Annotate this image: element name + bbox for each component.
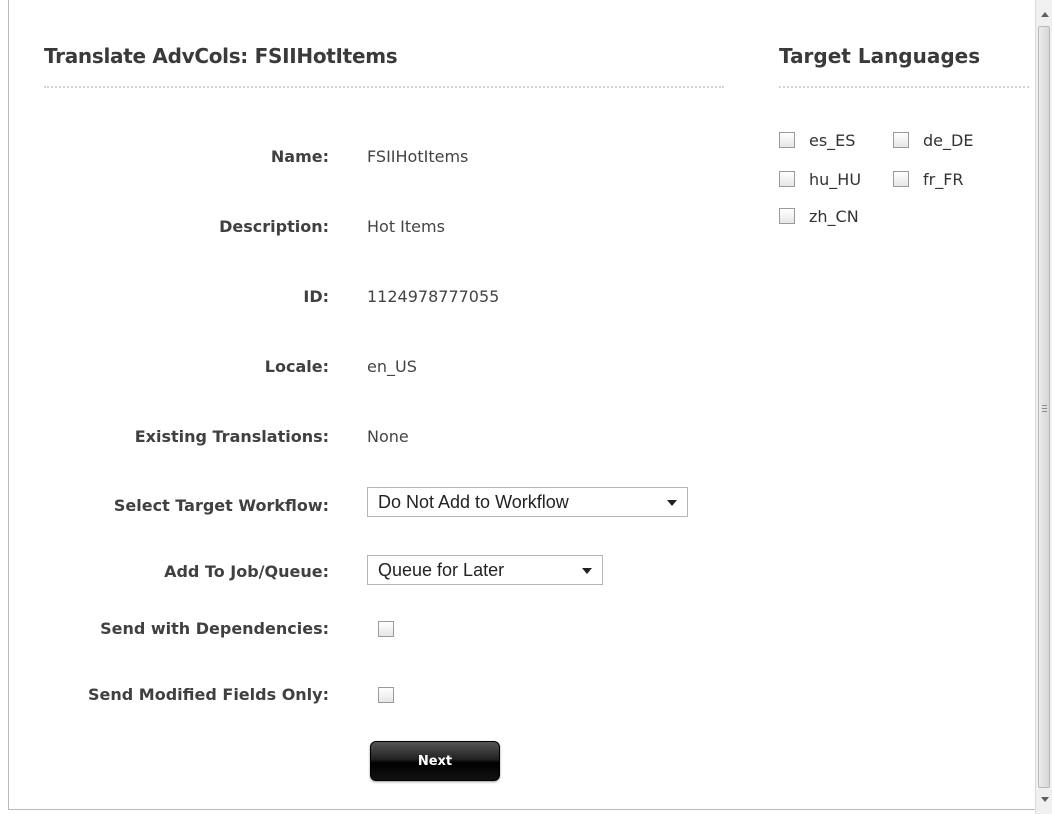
arrow-up-icon[interactable] xyxy=(1041,12,1049,17)
target-languages-title: Target Languages xyxy=(779,44,981,68)
language-label: zh_CN xyxy=(809,207,859,226)
chevron-down-icon xyxy=(667,500,677,506)
description-value: Hot Items xyxy=(367,217,445,236)
content-frame: Translate AdvCols: FSIIHotItems Target L… xyxy=(8,0,1035,810)
language-label: es_ES xyxy=(809,131,856,150)
existing-translations-label: Existing Translations: xyxy=(134,427,329,446)
description-label: Description: xyxy=(219,217,329,236)
language-checkbox[interactable] xyxy=(779,132,795,148)
dependencies-label: Send with Dependencies: xyxy=(100,619,329,638)
language-checkbox[interactable] xyxy=(893,171,909,187)
existing-translations-row: Existing Translations: None xyxy=(9,417,729,457)
grip-icon xyxy=(1042,405,1047,412)
locale-row: Locale: en_US xyxy=(9,347,729,387)
vertical-scrollbar[interactable] xyxy=(1035,0,1052,814)
modified-fields-row: Send Modified Fields Only: xyxy=(9,675,729,715)
locale-label: Locale: xyxy=(264,357,329,376)
language-checkbox[interactable] xyxy=(779,171,795,187)
name-row: Name: FSIIHotItems xyxy=(9,137,729,177)
page-title: Translate AdvCols: FSIIHotItems xyxy=(44,44,398,68)
description-row: Description: Hot Items xyxy=(9,207,729,247)
dependencies-checkbox[interactable] xyxy=(378,621,394,637)
language-label: hu_HU xyxy=(809,170,862,189)
language-label: fr_FR xyxy=(923,170,964,189)
dependencies-row: Send with Dependencies: xyxy=(9,609,729,649)
existing-translations-value: None xyxy=(367,427,409,446)
chevron-down-icon xyxy=(582,568,592,574)
modified-fields-checkbox[interactable] xyxy=(378,687,394,703)
modified-fields-label: Send Modified Fields Only: xyxy=(88,685,329,704)
locale-value: en_US xyxy=(367,357,417,376)
id-value: 1124978777055 xyxy=(367,287,500,306)
arrow-down-icon[interactable] xyxy=(1041,797,1049,802)
id-row: ID: 1124978777055 xyxy=(9,277,729,317)
job-queue-selected-value: Queue for Later xyxy=(378,560,505,580)
language-label: de_DE xyxy=(923,131,974,150)
name-value: FSIIHotItems xyxy=(367,147,469,166)
language-checkbox[interactable] xyxy=(893,132,909,148)
workflow-label: Select Target Workflow: xyxy=(113,496,329,515)
scrollbar-thumb[interactable] xyxy=(1038,26,1050,788)
id-label: ID: xyxy=(303,287,329,306)
title-divider xyxy=(44,86,724,88)
target-languages-divider xyxy=(779,86,1029,88)
language-checkbox[interactable] xyxy=(779,208,795,224)
workflow-select[interactable]: Do Not Add to Workflow xyxy=(367,487,688,517)
next-button[interactable]: Next xyxy=(370,741,500,781)
name-label: Name: xyxy=(270,147,329,166)
workflow-selected-value: Do Not Add to Workflow xyxy=(378,492,569,512)
job-queue-label: Add To Job/Queue: xyxy=(164,562,329,581)
job-queue-select[interactable]: Queue for Later xyxy=(367,555,603,585)
